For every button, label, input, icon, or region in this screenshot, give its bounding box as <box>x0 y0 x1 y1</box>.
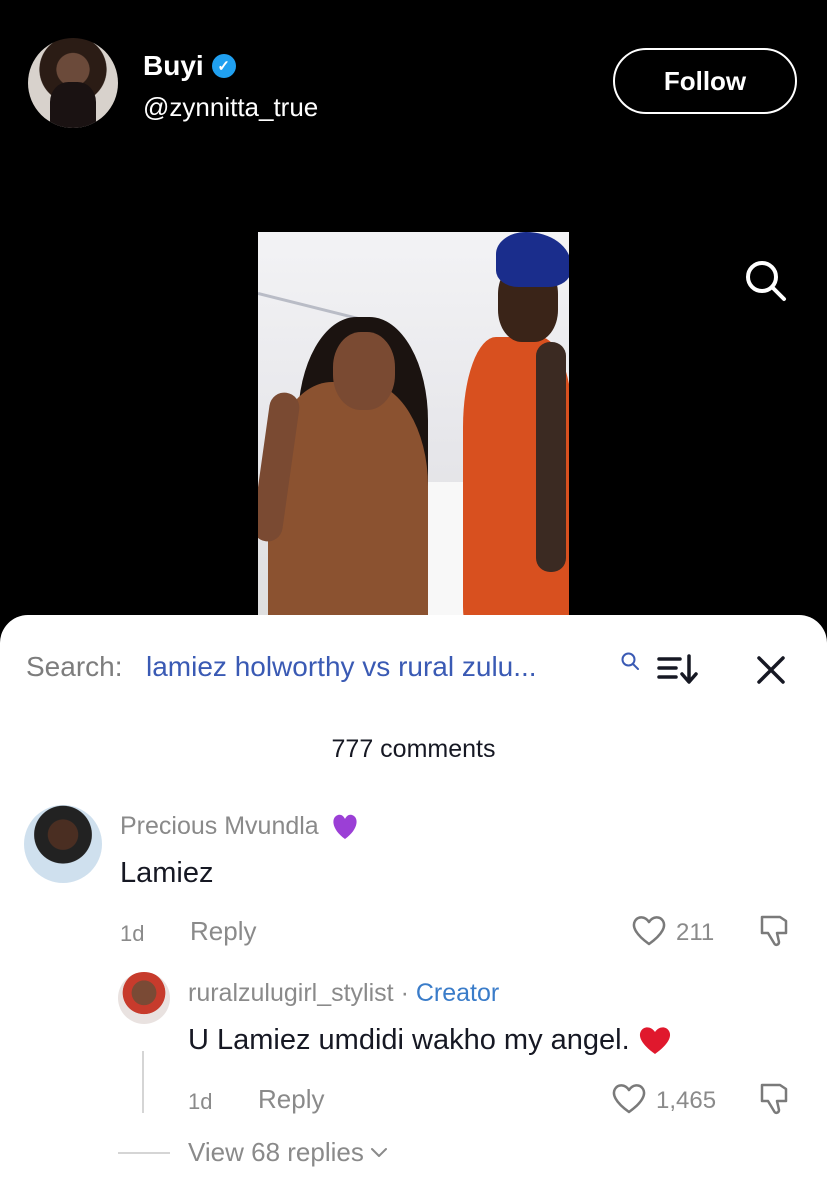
reply-author[interactable]: ruralzulugirl_stylist <box>188 979 394 1007</box>
creator-badge: Creator <box>415 979 500 1007</box>
display-name[interactable]: Buyi <box>143 50 204 82</box>
comment-text: Lamiez <box>120 857 214 889</box>
person-right-hair <box>496 232 569 287</box>
avatar[interactable] <box>28 38 118 128</box>
comment-count: 777 comments <box>331 735 496 763</box>
display-name-row[interactable]: Buyi ✓ <box>143 50 236 82</box>
comment-author[interactable]: Precious Mvundla <box>120 812 319 841</box>
verified-check-icon: ✓ <box>211 54 236 78</box>
reply-time: 1d <box>188 1089 213 1114</box>
view-replies-label[interactable]: View 68 replies <box>188 1137 364 1168</box>
purple-heart-icon <box>333 814 357 839</box>
sort-icon[interactable] <box>656 651 700 687</box>
person-right-arm <box>536 342 566 572</box>
reply-text-row: U Lamiez umdidi wakho my angel. <box>188 1023 674 1057</box>
avatar[interactable] <box>118 972 170 1024</box>
author-separator: · <box>393 979 416 1007</box>
user-handle[interactable]: @zynnitta_true <box>143 92 318 123</box>
heart-outline-icon[interactable] <box>610 1081 648 1115</box>
video-frame[interactable] <box>258 232 569 632</box>
thread-line <box>142 1051 144 1113</box>
chevron-down-icon <box>370 1147 387 1157</box>
dislike-icon[interactable] <box>756 913 792 949</box>
like-count: 1,465 <box>656 1087 717 1114</box>
heart-outline-icon[interactable] <box>630 913 668 947</box>
search-query-link[interactable]: lamiez holworthy vs rural zulu... <box>146 651 537 683</box>
dislike-icon[interactable] <box>756 1081 792 1117</box>
follow-button[interactable]: Follow <box>613 48 797 114</box>
avatar[interactable] <box>24 805 102 883</box>
reply-button[interactable]: Reply <box>190 916 256 947</box>
profile-header: Buyi ✓ @zynnitta_true Follow <box>0 0 827 160</box>
reply-text: U Lamiez umdidi wakho my angel. <box>188 1023 630 1056</box>
comment-author-row[interactable]: Precious Mvundla <box>120 811 361 841</box>
search-icon[interactable] <box>740 255 792 307</box>
comment-time: 1d <box>120 921 145 946</box>
reply-button[interactable]: Reply <box>258 1084 324 1115</box>
comment-search-bar[interactable]: Search: lamiez holworthy vs rural zulu..… <box>26 643 806 693</box>
search-label: Search: <box>26 651 123 682</box>
person-left-face <box>333 332 395 410</box>
view-replies-line <box>118 1152 170 1154</box>
view-replies-button[interactable]: View 68 replies <box>188 1137 388 1168</box>
search-icon[interactable] <box>620 651 640 671</box>
like-count: 211 <box>676 919 715 946</box>
comments-panel: Search: lamiez holworthy vs rural zulu..… <box>0 615 827 1200</box>
close-icon[interactable] <box>754 653 788 687</box>
reply-author-row[interactable]: ruralzulugirl_stylist · Creator <box>188 979 499 1008</box>
red-heart-icon <box>639 1027 670 1054</box>
